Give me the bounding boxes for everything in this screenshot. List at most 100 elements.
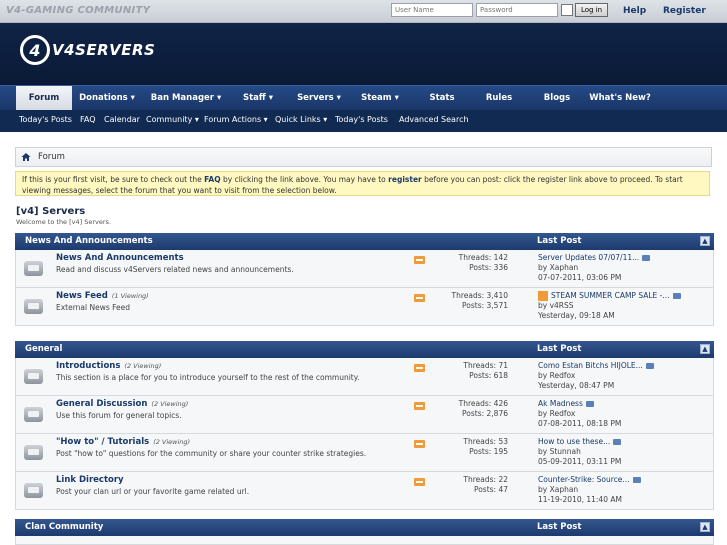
main-navbar: Forum Donations ▾ Ban Manager ▾ Staff ▾ … bbox=[0, 85, 727, 110]
category-title[interactable]: Clan Community bbox=[25, 522, 103, 532]
subnav-todays-posts[interactable]: Today's Posts bbox=[19, 110, 72, 130]
forum-title-link[interactable]: "How to" / Tutorials (2 Viewing) bbox=[56, 437, 190, 447]
forum-description: Read and discuss v4Servers related news … bbox=[56, 265, 294, 274]
last-post-time: Yesterday, 08:47 PM bbox=[538, 381, 615, 390]
tab-servers[interactable]: Servers ▾ bbox=[290, 86, 348, 110]
category-title[interactable]: News And Announcements bbox=[25, 236, 153, 246]
last-post-time: 07-08-2011, 08:18 PM bbox=[538, 419, 622, 428]
go-to-post-icon[interactable] bbox=[632, 477, 641, 483]
last-post-time: 05-09-2011, 03:11 PM bbox=[538, 457, 622, 466]
logo-text: V4SERVERS bbox=[52, 41, 156, 59]
last-post-link[interactable]: STEAM SUMMER CAMP SALE -... bbox=[551, 291, 670, 300]
forum-status-icon bbox=[24, 261, 43, 276]
logo-emblem-icon: 4 bbox=[20, 35, 50, 65]
forum-title-link[interactable]: Introductions (2 Viewing) bbox=[56, 361, 161, 371]
forum-row: General Discussion (2 Viewing) Use this f… bbox=[15, 396, 714, 434]
tab-staff[interactable]: Staff ▾ bbox=[230, 86, 286, 110]
last-post-header: Last Post bbox=[537, 522, 582, 532]
rss-icon[interactable] bbox=[414, 256, 425, 264]
tab-rules[interactable]: Rules bbox=[474, 86, 524, 110]
forum-row: Link Directory Post your clan url or you… bbox=[15, 472, 714, 510]
forum-stats: Threads: 142 Posts: 336 bbox=[458, 253, 508, 272]
forum-row: News And Announcements Read and discuss … bbox=[15, 250, 714, 288]
go-to-post-icon[interactable] bbox=[642, 255, 651, 261]
username-field[interactable] bbox=[391, 3, 473, 17]
go-to-post-icon[interactable] bbox=[613, 439, 622, 445]
tab-forum[interactable]: Forum bbox=[16, 86, 72, 110]
go-to-post-icon[interactable] bbox=[645, 363, 654, 369]
last-post-author[interactable]: by Xaphan bbox=[538, 263, 650, 273]
last-post-link[interactable]: Server Updates 07/07/11... bbox=[538, 253, 639, 262]
site-header: 4 V4SERVERS bbox=[0, 23, 727, 85]
breadcrumb: Forum bbox=[15, 147, 712, 167]
faq-link[interactable]: FAQ bbox=[204, 175, 220, 184]
site-logo[interactable]: 4 V4SERVERS bbox=[20, 35, 155, 65]
notice-text-2: by clicking the link above. You may have… bbox=[220, 175, 389, 184]
category-header-general: General Last Post ▲ bbox=[15, 341, 714, 358]
collapse-icon[interactable]: ▲ bbox=[700, 344, 710, 354]
go-to-post-icon[interactable] bbox=[672, 293, 681, 299]
forum-stats: Threads: 71 Posts: 618 bbox=[463, 361, 508, 380]
last-post-author[interactable]: by Redfox bbox=[538, 371, 654, 381]
rss-icon[interactable] bbox=[414, 440, 425, 448]
last-post-link[interactable]: Ak Madness bbox=[538, 399, 583, 408]
forum-row: Introductions (2 Viewing) This section is… bbox=[15, 358, 714, 396]
tab-ban-manager[interactable]: Ban Manager ▾ bbox=[144, 86, 228, 110]
forum-stats: Threads: 22 Posts: 47 bbox=[463, 475, 508, 494]
register-link[interactable]: Register bbox=[663, 6, 706, 16]
last-post-author[interactable]: by Xaphan bbox=[538, 485, 641, 495]
go-to-post-icon[interactable] bbox=[585, 401, 594, 407]
forum-description: Use this forum for general topics. bbox=[56, 411, 182, 420]
rss-icon[interactable] bbox=[414, 478, 425, 486]
register-notice-link[interactable]: register bbox=[388, 175, 422, 184]
collapse-icon[interactable]: ▲ bbox=[700, 522, 710, 532]
last-post-time: Yesterday, 09:18 AM bbox=[538, 311, 615, 320]
forum-description: Post "how to" questions for the communit… bbox=[56, 449, 367, 458]
last-post-link[interactable]: Counter-Strike: Source... bbox=[538, 475, 630, 484]
site-title: V4-GAMING COMMUNITY bbox=[6, 5, 151, 16]
last-post-author[interactable]: by Stunnah bbox=[538, 447, 621, 457]
category-header-news: News And Announcements Last Post ▲ bbox=[15, 233, 714, 250]
forum-row: "How to" / Tutorials (2 Viewing) Post "ho… bbox=[15, 434, 714, 472]
subnav-quick-links[interactable]: Quick Links ▾ bbox=[275, 110, 327, 130]
login-button[interactable]: Log in bbox=[575, 3, 609, 17]
collapse-icon[interactable]: ▲ bbox=[700, 236, 710, 246]
top-bar: V4-GAMING COMMUNITY Log in Help Register bbox=[0, 0, 727, 23]
subnav-todays-posts-2[interactable]: Today's Posts bbox=[335, 110, 388, 130]
subnav-community[interactable]: Community ▾ bbox=[146, 110, 199, 130]
rss-icon[interactable] bbox=[414, 364, 425, 372]
home-icon[interactable] bbox=[21, 152, 31, 162]
last-post-link[interactable]: Como Estan Bitchs HIJOLE... bbox=[538, 361, 643, 370]
help-link[interactable]: Help bbox=[623, 6, 646, 16]
sub-navbar: Today's Posts FAQ Calendar Community ▾ F… bbox=[0, 110, 727, 132]
subnav-advanced-search[interactable]: Advanced Search bbox=[399, 110, 469, 130]
subnav-faq[interactable]: FAQ bbox=[80, 110, 96, 130]
tab-steam[interactable]: Steam ▾ bbox=[352, 86, 408, 110]
subnav-calendar[interactable]: Calendar bbox=[104, 110, 140, 130]
rss-icon[interactable] bbox=[414, 402, 425, 410]
forum-stats: Threads: 53 Posts: 195 bbox=[463, 437, 508, 456]
forum-title-link[interactable]: News Feed (1 Viewing) bbox=[56, 291, 149, 301]
last-post-author[interactable]: by Redfox bbox=[538, 409, 621, 419]
password-field[interactable] bbox=[476, 3, 558, 17]
tab-whats-new[interactable]: What's New? bbox=[588, 86, 652, 110]
breadcrumb-forum[interactable]: Forum bbox=[38, 152, 65, 162]
tab-stats[interactable]: Stats bbox=[416, 86, 468, 110]
forum-title-link[interactable]: General Discussion (2 Viewing) bbox=[56, 399, 188, 409]
last-post-author[interactable]: by v4RSS bbox=[538, 301, 681, 311]
last-post-link[interactable]: How to use these... bbox=[538, 437, 610, 446]
forum-stats: Threads: 426 Posts: 2,876 bbox=[458, 399, 508, 418]
forum-row bbox=[15, 536, 714, 545]
forum-status-icon bbox=[24, 407, 43, 422]
category-title[interactable]: General bbox=[25, 344, 62, 354]
remember-me-checkbox[interactable] bbox=[561, 4, 573, 16]
last-post-header: Last Post bbox=[537, 236, 582, 246]
tab-blogs[interactable]: Blogs bbox=[532, 86, 582, 110]
rss-icon[interactable] bbox=[414, 294, 425, 302]
tab-donations[interactable]: Donations ▾ bbox=[72, 86, 142, 110]
notice-text-1: If this is your first visit, be sure to … bbox=[22, 175, 205, 184]
subnav-forum-actions[interactable]: Forum Actions ▾ bbox=[204, 110, 268, 130]
forum-title-link[interactable]: Link Directory bbox=[56, 475, 128, 485]
page-title: [v4] Servers bbox=[16, 206, 86, 217]
forum-title-link[interactable]: News And Announcements bbox=[56, 253, 188, 263]
